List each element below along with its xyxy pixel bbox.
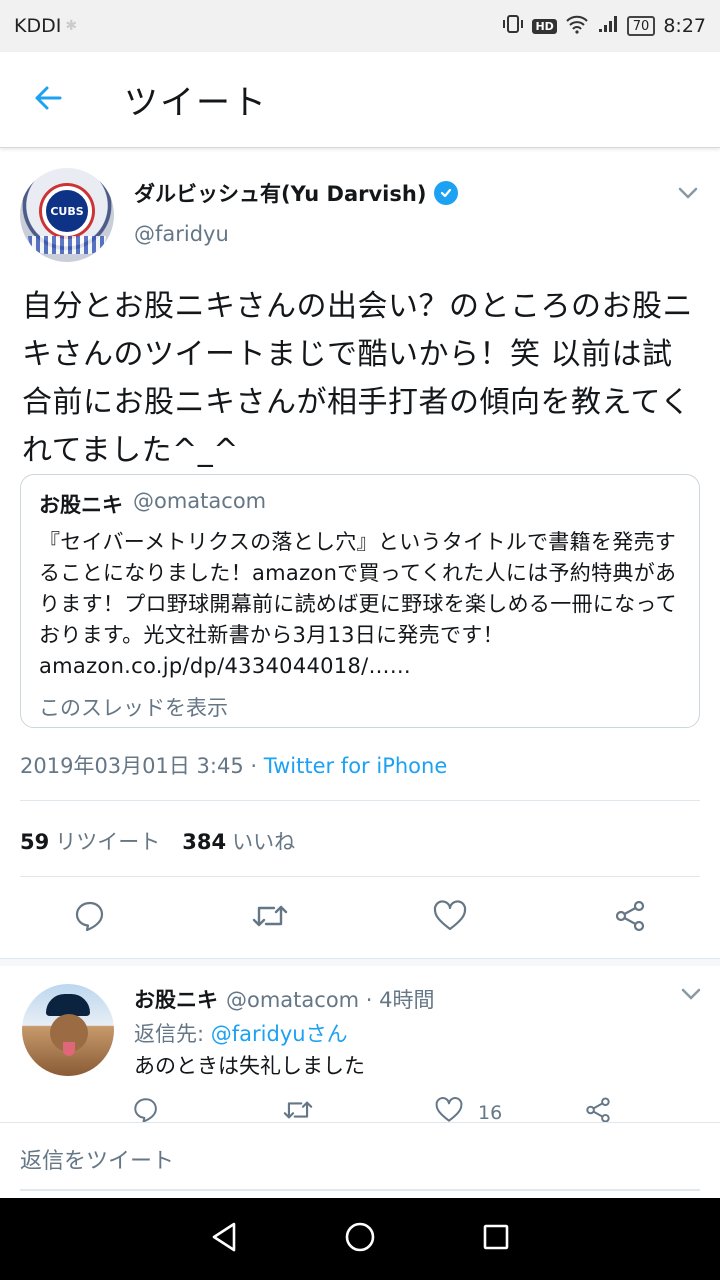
avatar[interactable]: CUBS bbox=[20, 168, 114, 262]
nav-home-button[interactable] bbox=[340, 1219, 380, 1259]
divider bbox=[20, 876, 700, 877]
battery-level: 70 bbox=[632, 18, 650, 34]
reply-to: 返信先: @faridyuさん bbox=[134, 1018, 348, 1048]
reply-tweet[interactable]: お股ニキ @omatacom · 4時間 返信先: @faridyuさん あのと… bbox=[0, 966, 720, 1126]
retweet-label: リツイート bbox=[55, 830, 161, 854]
quoted-text: 『セイバーメトリクスの落とし穴』というタイトルで書籍を発売することになりました！… bbox=[39, 530, 677, 678]
retweet-count: 59 bbox=[20, 830, 50, 854]
reply-author: お股ニキ @omatacom · 4時間 bbox=[134, 984, 435, 1014]
tweet-text: 自分とお股ニキさんの出会い？のところのお股ニキさんのツイートまじで酷いから！笑 … bbox=[22, 289, 693, 468]
carrier: KDDI ✱ bbox=[14, 15, 77, 37]
tweet-stats: 59 リツイート 384 いいね bbox=[20, 826, 295, 856]
system-nav-bar bbox=[0, 1198, 720, 1280]
notification-icon: ✱ bbox=[65, 18, 78, 34]
reply-compose-bar: 返信をツイート bbox=[0, 1122, 720, 1198]
retweet-button[interactable] bbox=[242, 890, 298, 946]
reply-author-handle: @omatacom · 4時間 bbox=[226, 988, 435, 1012]
tweet-actions bbox=[0, 890, 720, 946]
retweet-stat[interactable]: 59 リツイート bbox=[20, 826, 160, 856]
reply-to-mention[interactable]: @faridyuさん bbox=[211, 1022, 348, 1046]
quoted-author-name: お股ニキ bbox=[39, 493, 123, 517]
avatar[interactable] bbox=[22, 984, 114, 1076]
avatar-cap bbox=[46, 994, 90, 1016]
section-separator bbox=[0, 958, 720, 966]
status-icons: HD 70 8:27 bbox=[502, 14, 706, 39]
like-icon bbox=[432, 899, 468, 937]
show-thread-link[interactable]: このスレッドを表示 bbox=[39, 692, 681, 722]
carrier-label: KDDI bbox=[14, 15, 62, 37]
divider bbox=[20, 800, 700, 801]
chevron-down-icon bbox=[677, 185, 699, 204]
quoted-author-handle: @omatacom bbox=[133, 489, 267, 513]
tweet-meta: 2019年03月01日 3:45 · Twitter for iPhone bbox=[20, 750, 447, 780]
source-link[interactable]: Twitter for iPhone bbox=[264, 754, 448, 778]
app-bar: ツイート bbox=[0, 52, 720, 148]
verified-badge-icon bbox=[434, 181, 459, 205]
nav-back-button[interactable] bbox=[204, 1219, 244, 1259]
page-title: ツイート bbox=[124, 83, 268, 123]
signal-icon bbox=[597, 14, 619, 39]
nav-home-icon bbox=[343, 1220, 377, 1258]
author-name-text: ダルビッシュ有(Yu Darvish) bbox=[134, 182, 427, 206]
quoted-author: お股ニキ @omatacom bbox=[39, 489, 681, 519]
battery-icon: 70 bbox=[626, 16, 656, 36]
hd-icon: HD bbox=[532, 18, 557, 34]
like-label: いいね bbox=[232, 830, 296, 854]
chevron-down-icon bbox=[680, 986, 702, 1005]
author-block: ダルビッシュ有(Yu Darvish) @faridyu bbox=[134, 178, 459, 246]
avatar-tongue bbox=[63, 1042, 75, 1056]
share-icon bbox=[613, 899, 647, 937]
reply-button[interactable] bbox=[62, 890, 118, 946]
reply-input[interactable]: 返信をツイート bbox=[20, 1143, 174, 1175]
reply-icon bbox=[73, 899, 107, 937]
status-bar: KDDI ✱ HD 70 8:27 bbox=[0, 0, 720, 52]
like-button[interactable] bbox=[422, 890, 478, 946]
tweet-menu-button[interactable] bbox=[674, 180, 702, 208]
author-name[interactable]: ダルビッシュ有(Yu Darvish) bbox=[134, 178, 459, 208]
author-handle[interactable]: @faridyu bbox=[134, 222, 458, 246]
reply-like-count: 16 bbox=[478, 1101, 503, 1124]
vibrate-icon bbox=[502, 14, 524, 39]
like-stat[interactable]: 384 いいね bbox=[182, 826, 295, 856]
back-arrow-icon bbox=[32, 82, 64, 118]
quoted-tweet[interactable]: お股ニキ @omatacom 『セイバーメトリクスの落とし穴』というタイトルで書… bbox=[20, 474, 700, 728]
back-button[interactable] bbox=[0, 52, 96, 148]
like-count: 384 bbox=[182, 830, 227, 854]
clock: 8:27 bbox=[663, 15, 706, 37]
reply-menu-button[interactable] bbox=[680, 986, 702, 1005]
wifi-icon bbox=[565, 14, 589, 39]
reply-text: あのときは失礼しました bbox=[134, 1054, 365, 1078]
nav-back-icon bbox=[209, 1221, 239, 1257]
nav-recents-button[interactable] bbox=[476, 1219, 516, 1259]
avatar-decoration bbox=[28, 236, 106, 254]
cubs-logo: CUBS bbox=[42, 186, 92, 236]
share-button[interactable] bbox=[602, 890, 658, 946]
retweet-icon bbox=[251, 899, 289, 937]
reply-author-name[interactable]: お股ニキ bbox=[134, 984, 218, 1014]
input-underline bbox=[20, 1189, 700, 1191]
reply-to-label: 返信先: bbox=[134, 1022, 211, 1046]
nav-recents-icon bbox=[481, 1222, 511, 1256]
timestamp: 2019年03月01日 3:45 · bbox=[20, 754, 264, 778]
